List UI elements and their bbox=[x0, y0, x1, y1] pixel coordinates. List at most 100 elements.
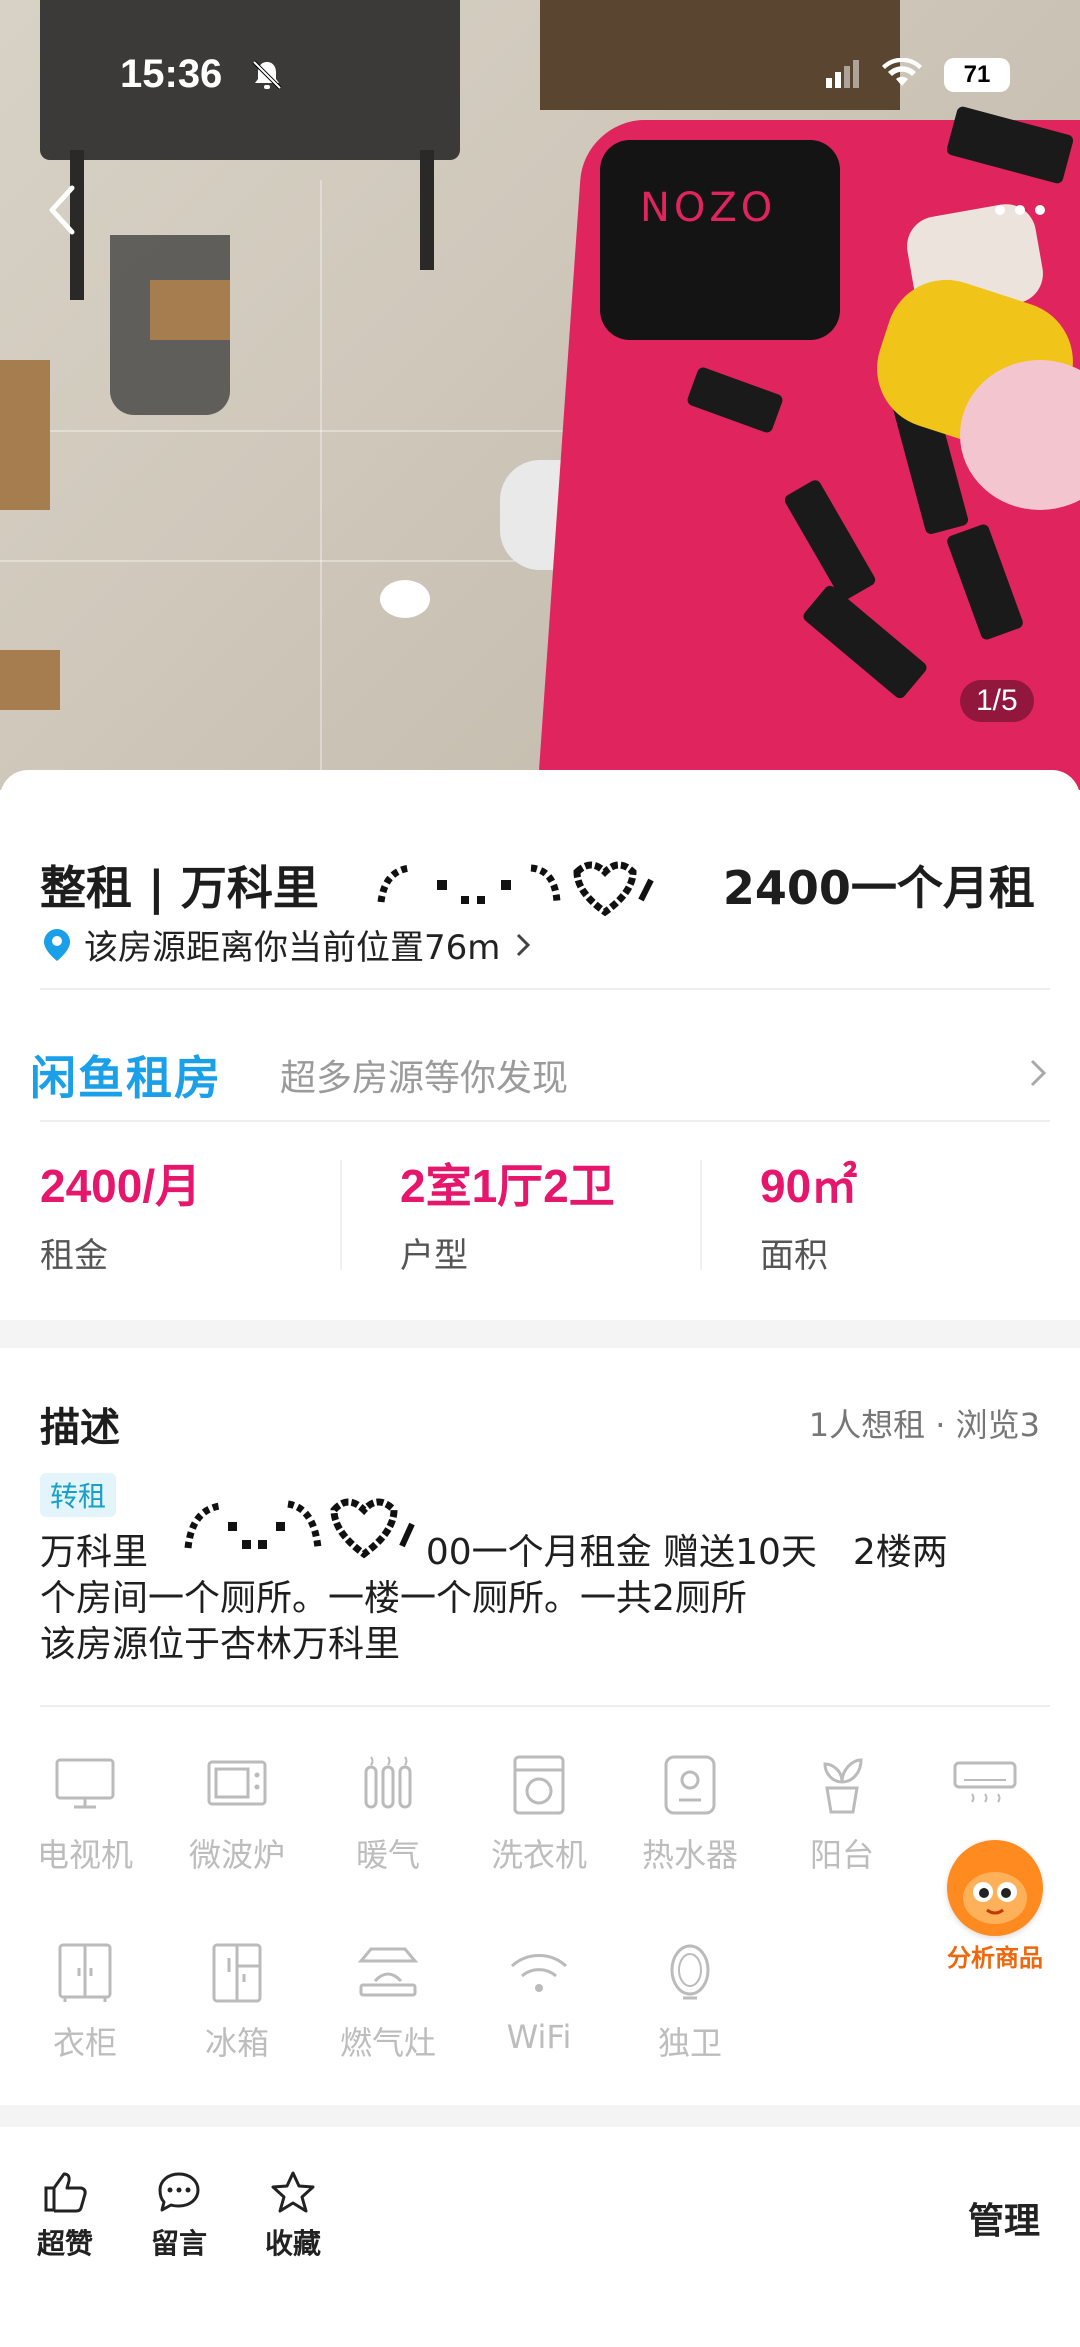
analyze-item-label: 分析商品 bbox=[947, 1944, 1043, 1972]
wifi-icon bbox=[504, 1938, 574, 2008]
chevron-left-icon bbox=[49, 185, 75, 235]
status-icons: 71 bbox=[826, 57, 1010, 92]
pillow-object bbox=[600, 140, 840, 340]
amenity-washer: 洗衣机 bbox=[464, 1750, 614, 1876]
pillow-print-text: NOZO bbox=[640, 185, 777, 231]
sublet-tag: 转租 bbox=[40, 1473, 117, 1517]
stat-separator bbox=[340, 1160, 342, 1270]
radiator-icon bbox=[353, 1750, 423, 1820]
amenity-label: 暖气 bbox=[355, 1836, 420, 1874]
listing-title: 整租 | 万科里 2400一个月租 bbox=[40, 840, 1035, 930]
divider bbox=[40, 1705, 1050, 1707]
amenity-private-bathroom: 独卫 bbox=[615, 1938, 765, 2064]
location-pin-icon bbox=[44, 928, 70, 961]
thumbs-up-icon bbox=[44, 2172, 87, 2213]
more-dots-icon bbox=[995, 205, 1045, 215]
manage-button[interactable]: 管理 bbox=[968, 2192, 1040, 2244]
title-suffix: 2400一个月租 bbox=[722, 861, 1035, 915]
amenity-label: 衣柜 bbox=[52, 2024, 117, 2062]
description-heading: 描述 bbox=[40, 1405, 120, 1451]
stat-separator bbox=[700, 1160, 702, 1270]
amenity-gas-stove: 燃气灶 bbox=[313, 1938, 463, 2064]
listing-photo-gallery[interactable]: NOZO 15:36 71 1/5 bbox=[0, 0, 1080, 790]
chevron-right-icon bbox=[517, 933, 531, 956]
divider bbox=[40, 1120, 1050, 1122]
chevron-right-icon bbox=[1030, 1059, 1047, 1087]
amenity-label: 阳台 bbox=[809, 1836, 874, 1874]
amenity-fridge: 冰箱 bbox=[162, 1938, 312, 2064]
comment-button[interactable]: 留言 bbox=[134, 2170, 224, 2262]
fridge-icon bbox=[202, 1938, 272, 2008]
like-button[interactable]: 超赞 bbox=[20, 2170, 110, 2262]
gas-stove-icon bbox=[353, 1938, 423, 2008]
amenity-air-conditioner bbox=[920, 1750, 1050, 1830]
location-link[interactable]: 该房源距离你当前位置76m bbox=[44, 920, 532, 969]
brand-subtitle: 超多房源等你发现 bbox=[280, 1058, 569, 1099]
tv-icon bbox=[50, 1750, 120, 1820]
description-line: 该房源位于杏林万科里 bbox=[40, 1624, 401, 1665]
mirror-bathroom-icon bbox=[655, 1938, 725, 2008]
stat-layout: 2室1厅2卫 户型 bbox=[400, 1150, 700, 1277]
comment-label: 留言 bbox=[150, 2227, 207, 2260]
desk-leg bbox=[420, 150, 434, 270]
listing-stats: 2400/月 租金 2室1厅2卫 户型 90㎡ 面积 bbox=[0, 1150, 1080, 1300]
amenity-microwave: 微波炉 bbox=[162, 1750, 312, 1876]
amenity-label: 热水器 bbox=[641, 1836, 738, 1874]
brand-banner-link[interactable]: 闲鱼租房 超多房源等你发现 bbox=[30, 1020, 1060, 1130]
more-options-button[interactable] bbox=[990, 190, 1050, 230]
description-line: 个房间一个厕所。一楼一个厕所。一共2厕所 bbox=[40, 1578, 747, 1619]
description-line1-suffix: 2400一个月租金 赠送10天 2楼两 bbox=[380, 1532, 948, 1573]
amenity-label: 冰箱 bbox=[204, 2024, 269, 2062]
location-distance-text: 该房源距离你当前位置76m bbox=[84, 928, 501, 968]
washing-machine-icon bbox=[504, 1750, 574, 1820]
amenity-wardrobe: 衣柜 bbox=[10, 1938, 160, 2064]
amenity-tv: 电视机 bbox=[10, 1750, 160, 1876]
amenity-label: 洗衣机 bbox=[490, 1836, 587, 1874]
section-gap bbox=[0, 1320, 1080, 1348]
stat-value: 2室1厅2卫 bbox=[400, 1160, 615, 1212]
amenity-water-heater: 热水器 bbox=[615, 1750, 765, 1876]
photo-counter: 1/5 bbox=[960, 680, 1034, 722]
amenity-balcony: 阳台 bbox=[767, 1750, 917, 1876]
stat-value: 2400/月 bbox=[40, 1160, 202, 1212]
wifi-status-icon bbox=[882, 57, 922, 92]
mascot-face-icon bbox=[947, 1840, 1043, 1936]
description-line1-prefix: 万科里 bbox=[40, 1532, 149, 1573]
amenity-label: 电视机 bbox=[36, 1836, 133, 1874]
amenity-wifi: WiFi bbox=[464, 1938, 614, 2056]
battery-indicator: 71 bbox=[944, 58, 1010, 92]
stat-label: 租金 bbox=[40, 1236, 108, 1276]
favorite-button[interactable]: 收藏 bbox=[248, 2170, 338, 2262]
stat-label: 面积 bbox=[760, 1236, 828, 1276]
floor-light-reflection bbox=[380, 580, 430, 618]
stat-rent: 2400/月 租金 bbox=[40, 1150, 340, 1277]
divider bbox=[40, 988, 1050, 990]
cardboard-box bbox=[0, 360, 50, 510]
section-gap bbox=[0, 2105, 1080, 2127]
bottom-action-bar: 超赞 留言 收藏 管理 bbox=[0, 2140, 1080, 2347]
amenity-label: 燃气灶 bbox=[339, 2024, 436, 2062]
listing-detail-card: 整租 | 万科里 2400一个月租 该房源距离你当前位置76m 闲鱼租房 超多房… bbox=[0, 770, 1080, 2347]
censored-sticker-image bbox=[158, 1470, 426, 1580]
favorite-label: 收藏 bbox=[264, 2227, 321, 2260]
balcony-plant-icon bbox=[807, 1750, 877, 1820]
stat-area: 90㎡ 面积 bbox=[760, 1150, 1060, 1277]
desk-object bbox=[540, 0, 900, 110]
like-label: 超赞 bbox=[36, 2227, 93, 2260]
view-stats: 1人想租 · 浏览3 bbox=[808, 1406, 1040, 1444]
cardboard-box bbox=[0, 650, 60, 710]
wardrobe-icon bbox=[50, 1938, 120, 2008]
back-button[interactable] bbox=[40, 180, 90, 240]
bell-muted-icon bbox=[250, 58, 284, 96]
xianyu-rent-logo: 闲鱼租房 bbox=[30, 1052, 222, 1104]
title-prefix: 整租 | 万科里 bbox=[40, 861, 319, 915]
status-time: 15:36 bbox=[120, 52, 223, 96]
analyze-item-floating-button[interactable]: 分析商品 bbox=[940, 1840, 1050, 1980]
amenity-label: WiFi bbox=[506, 2018, 572, 2056]
stat-label: 户型 bbox=[400, 1236, 468, 1276]
floor-tile-line bbox=[320, 180, 322, 790]
air-conditioner-icon bbox=[950, 1750, 1020, 1820]
amenity-heating: 暖气 bbox=[313, 1750, 463, 1876]
star-icon bbox=[271, 2171, 315, 2213]
chat-bubble-icon bbox=[158, 2172, 200, 2212]
